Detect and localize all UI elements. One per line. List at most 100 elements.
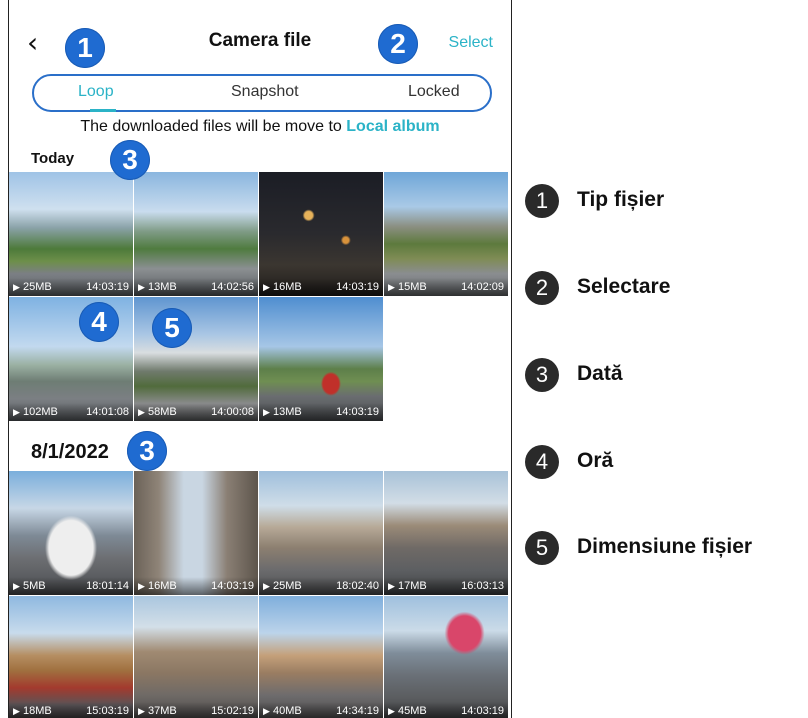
legend-number: 5 bbox=[525, 531, 559, 565]
legend-label: Dimensiune fișier bbox=[577, 535, 753, 558]
thumbnail-meta: ▶ 16MB 14:03:19 bbox=[134, 577, 258, 595]
file-time: 18:01:14 bbox=[86, 580, 129, 592]
file-size: 58MB bbox=[148, 406, 177, 418]
file-size: 45MB bbox=[398, 705, 427, 717]
file-size: 37MB bbox=[148, 705, 177, 717]
thumbnail-meta: ▶ 16MB 14:03:19 bbox=[259, 278, 383, 296]
file-size: 13MB bbox=[273, 406, 302, 418]
file-size: 15MB bbox=[398, 281, 427, 293]
play-icon: ▶ bbox=[13, 706, 20, 716]
thumbnail-meta: ▶ 13MB 14:02:56 bbox=[134, 278, 258, 296]
legend-label: Tip fișier bbox=[577, 188, 665, 211]
video-thumbnail[interactable]: ▶ 13MB 14:02:56 bbox=[134, 172, 258, 296]
legend-label: Selectare bbox=[577, 275, 671, 298]
legend-number: 2 bbox=[525, 271, 559, 305]
play-icon: ▶ bbox=[138, 706, 145, 716]
file-time: 14:03:19 bbox=[461, 705, 504, 717]
callout-badge: 1 bbox=[65, 28, 105, 68]
video-thumbnail[interactable]: ▶ 37MB 15:02:19 bbox=[134, 596, 258, 718]
video-thumbnail[interactable]: ▶ 15MB 14:02:09 bbox=[384, 172, 508, 296]
file-time: 15:03:19 bbox=[86, 705, 129, 717]
file-size: 25MB bbox=[23, 281, 52, 293]
play-icon: ▶ bbox=[13, 581, 20, 591]
video-thumbnail[interactable]: ▶ 16MB 14:03:19 bbox=[259, 172, 383, 296]
play-icon: ▶ bbox=[138, 282, 145, 292]
video-thumbnail[interactable]: ▶ 5MB 18:01:14 bbox=[9, 471, 133, 595]
section-label-today: Today bbox=[31, 150, 75, 167]
file-time: 14:03:19 bbox=[86, 281, 129, 293]
file-time: 14:02:56 bbox=[211, 281, 254, 293]
video-thumbnail[interactable]: ▶ 13MB 14:03:19 bbox=[259, 297, 383, 421]
file-size: 102MB bbox=[23, 406, 58, 418]
thumbnail-meta: ▶ 102MB 14:01:08 bbox=[9, 403, 133, 421]
legend-label: Dată bbox=[577, 362, 623, 385]
legend-number: 3 bbox=[525, 358, 559, 392]
file-size: 25MB bbox=[273, 580, 302, 592]
thumbnail-meta: ▶ 58MB 14:00:08 bbox=[134, 403, 258, 421]
video-thumbnail[interactable]: ▶ 16MB 14:03:19 bbox=[134, 471, 258, 595]
file-size: 18MB bbox=[23, 705, 52, 717]
file-time: 14:02:09 bbox=[461, 281, 504, 293]
play-icon: ▶ bbox=[388, 282, 395, 292]
thumbnail-meta: ▶ 18MB 15:03:19 bbox=[9, 702, 133, 718]
play-icon: ▶ bbox=[13, 282, 20, 292]
download-notice: The downloaded files will be move to Loc… bbox=[9, 118, 511, 136]
video-thumbnail[interactable]: ▶ 25MB 14:03:19 bbox=[9, 172, 133, 296]
file-time: 14:03:19 bbox=[336, 281, 379, 293]
thumbnail-meta: ▶ 15MB 14:02:09 bbox=[384, 278, 508, 296]
callout-badge: 3 bbox=[127, 431, 167, 471]
video-thumbnail[interactable]: ▶ 17MB 16:03:13 bbox=[384, 471, 508, 595]
thumbnail-meta: ▶ 45MB 14:03:19 bbox=[384, 702, 508, 718]
thumbnail-meta: ▶ 25MB 14:03:19 bbox=[9, 278, 133, 296]
tab-bar: Loop Snapshot Locked bbox=[32, 74, 492, 112]
thumbnail-meta: ▶ 5MB 18:01:14 bbox=[9, 577, 133, 595]
thumbnail-meta: ▶ 13MB 14:03:19 bbox=[259, 403, 383, 421]
tab-loop[interactable]: Loop bbox=[78, 83, 114, 101]
thumbnail-meta: ▶ 40MB 14:34:19 bbox=[259, 702, 383, 718]
file-time: 14:00:08 bbox=[211, 406, 254, 418]
play-icon: ▶ bbox=[388, 581, 395, 591]
play-icon: ▶ bbox=[263, 282, 270, 292]
callout-badge: 5 bbox=[152, 308, 192, 348]
notice-text: The downloaded files will be move to bbox=[80, 118, 342, 135]
active-tab-indicator bbox=[90, 109, 116, 112]
play-icon: ▶ bbox=[263, 407, 270, 417]
play-icon: ▶ bbox=[388, 706, 395, 716]
video-thumbnail[interactable]: ▶ 40MB 14:34:19 bbox=[259, 596, 383, 718]
file-size: 40MB bbox=[273, 705, 302, 717]
phone-screen: ‹ Camera file Select Loop Snapshot Locke… bbox=[8, 0, 512, 718]
tab-snapshot[interactable]: Snapshot bbox=[231, 83, 299, 101]
file-time: 16:03:13 bbox=[461, 580, 504, 592]
callout-badge: 3 bbox=[110, 140, 150, 180]
select-button[interactable]: Select bbox=[449, 34, 493, 52]
callout-badge: 4 bbox=[79, 302, 119, 342]
video-thumbnail[interactable]: ▶ 45MB 14:03:19 bbox=[384, 596, 508, 718]
file-size: 16MB bbox=[273, 281, 302, 293]
play-icon: ▶ bbox=[138, 407, 145, 417]
local-album-link[interactable]: Local album bbox=[346, 118, 439, 135]
play-icon: ▶ bbox=[13, 407, 20, 417]
legend-number: 1 bbox=[525, 184, 559, 218]
legend-label: Oră bbox=[577, 449, 614, 472]
video-thumbnail[interactable]: ▶ 25MB 18:02:40 bbox=[259, 471, 383, 595]
file-time: 14:34:19 bbox=[336, 705, 379, 717]
file-size: 13MB bbox=[148, 281, 177, 293]
file-size: 16MB bbox=[148, 580, 177, 592]
thumbnail-meta: ▶ 25MB 18:02:40 bbox=[259, 577, 383, 595]
play-icon: ▶ bbox=[138, 581, 145, 591]
file-time: 15:02:19 bbox=[211, 705, 254, 717]
callout-badge: 2 bbox=[378, 24, 418, 64]
file-size: 5MB bbox=[23, 580, 46, 592]
video-thumbnail[interactable]: ▶ 18MB 15:03:19 bbox=[9, 596, 133, 718]
tab-locked[interactable]: Locked bbox=[408, 83, 460, 101]
video-thumbnail[interactable]: ▶ 58MB 14:00:08 bbox=[134, 297, 258, 421]
file-time: 14:03:19 bbox=[336, 406, 379, 418]
play-icon: ▶ bbox=[263, 581, 270, 591]
thumbnail-meta: ▶ 17MB 16:03:13 bbox=[384, 577, 508, 595]
file-size: 17MB bbox=[398, 580, 427, 592]
file-time: 14:03:19 bbox=[211, 580, 254, 592]
file-time: 18:02:40 bbox=[336, 580, 379, 592]
file-time: 14:01:08 bbox=[86, 406, 129, 418]
thumbnail-meta: ▶ 37MB 15:02:19 bbox=[134, 702, 258, 718]
legend-number: 4 bbox=[525, 445, 559, 479]
